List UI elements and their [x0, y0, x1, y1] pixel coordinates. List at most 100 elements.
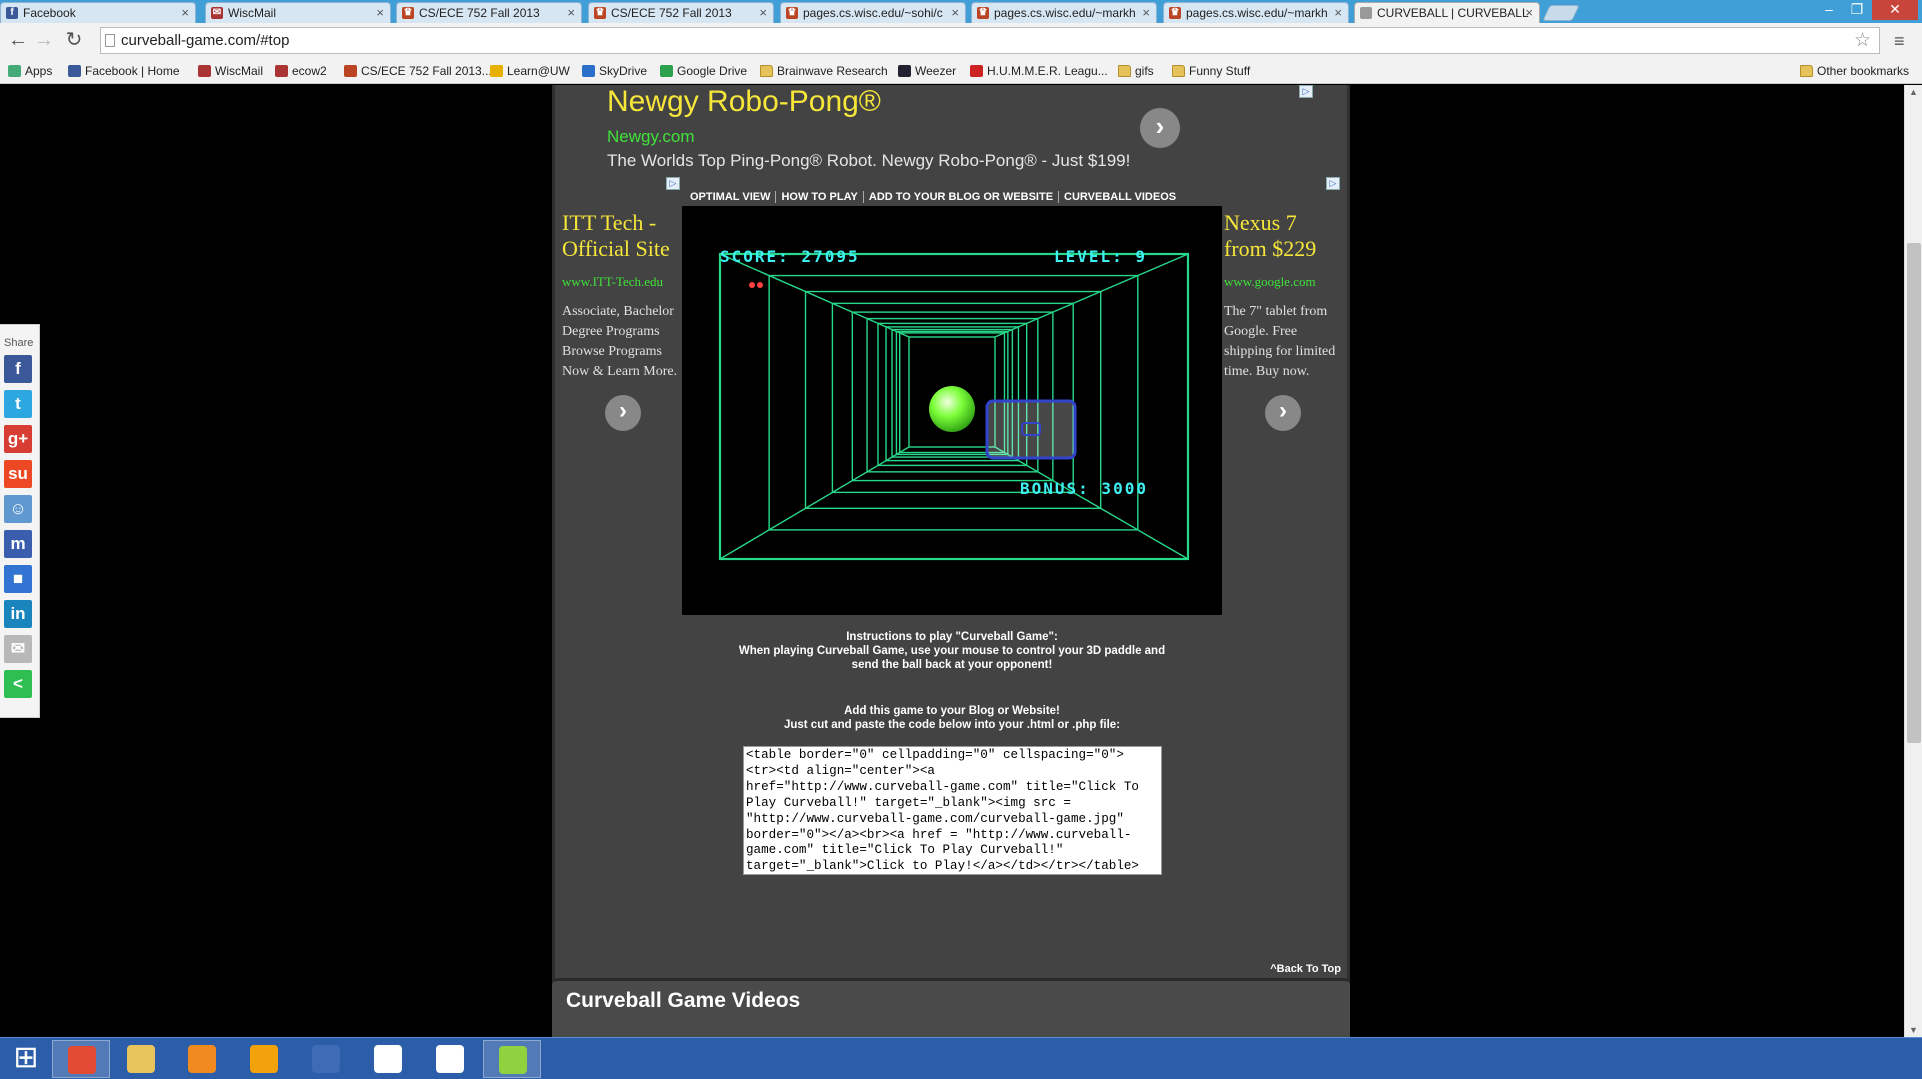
more-share-icon[interactable]: < — [4, 670, 32, 698]
stumbleupon-share-icon[interactable]: su — [4, 460, 32, 488]
game-scene[interactable]: SCORE: 27095 LEVEL: 9 BONUS: 3000 — [682, 206, 1222, 615]
tab-close-icon[interactable]: × — [759, 5, 767, 20]
browser-tab[interactable]: ♛ CS/ECE 752 Fall 2013 × — [396, 2, 582, 23]
adchoices-icon[interactable]: ▷ — [666, 177, 680, 190]
delicious-share-icon[interactable]: ■ — [4, 565, 32, 593]
mathworks-icon[interactable] — [359, 1040, 417, 1078]
bookmark-label: Learn@UW — [507, 64, 570, 78]
bookmark-item[interactable]: Google Drive — [660, 64, 747, 78]
scrollbar-thumb[interactable] — [1907, 243, 1921, 743]
top-ad-next-icon[interactable]: › — [1140, 108, 1180, 148]
bookmark-item[interactable]: CS/ECE 752 Fall 2013... — [344, 64, 492, 78]
add-game-body: Just cut and paste the code below into y… — [783, 719, 1121, 731]
bookmark-item[interactable]: gifs — [1118, 64, 1154, 78]
paddle[interactable] — [985, 399, 1077, 460]
explorer-glyph — [127, 1045, 155, 1073]
bookmark-item[interactable]: ecow2 — [275, 64, 327, 78]
scroll-up-icon[interactable]: ▲ — [1909, 87, 1918, 97]
tab-close-icon[interactable]: × — [376, 5, 384, 20]
browser-toolbar: ← → ↻ curveball-game.com/#top ☆ ≡ — [0, 23, 1922, 60]
back-button[interactable]: ← — [6, 29, 30, 53]
right-ad[interactable]: Nexus 7 from $229 www.google.com The 7" … — [1224, 210, 1344, 382]
bookmark-item[interactable]: Funny Stuff — [1172, 64, 1250, 78]
left-ad-url[interactable]: www.ITT-Tech.edu — [562, 274, 682, 290]
maximize-button[interactable]: ❐ — [1843, 0, 1871, 20]
tab-close-icon[interactable]: × — [181, 5, 189, 20]
outlook-icon[interactable] — [235, 1040, 293, 1078]
chrome-icon[interactable] — [52, 1040, 110, 1078]
browser-tab[interactable]: ♛ pages.cs.wisc.edu/~markh × — [971, 2, 1157, 23]
bookmark-item[interactable]: Brainwave Research — [760, 64, 888, 78]
reddit-share-icon[interactable]: ☺ — [4, 495, 32, 523]
folder-icon — [1118, 65, 1131, 77]
vertical-scrollbar[interactable]: ▲ ▼ — [1904, 85, 1922, 1037]
level-label: LEVEL: 9 — [1054, 247, 1147, 266]
adchoices-icon[interactable]: ▷ — [1326, 177, 1340, 190]
vnc-icon[interactable] — [421, 1040, 479, 1078]
other-bookmarks-label: Other bookmarks — [1817, 64, 1910, 78]
tab-title: WiscMail — [228, 6, 276, 20]
tab-close-icon[interactable]: × — [1142, 5, 1150, 20]
tab-close-icon[interactable]: × — [951, 5, 959, 20]
media-player-icon[interactable] — [173, 1040, 231, 1078]
nav-how-to-play[interactable]: HOW TO PLAY — [776, 191, 864, 203]
nav-optimal-view[interactable]: OPTIMAL VIEW — [685, 191, 777, 203]
other-bookmarks[interactable]: Other bookmarks — [1800, 64, 1909, 78]
reload-button[interactable]: ↻ — [62, 29, 86, 53]
game-canvas[interactable]: SCORE: 27095 LEVEL: 9 BONUS: 3000 — [682, 206, 1222, 615]
new-tab-button[interactable] — [1542, 5, 1580, 21]
tab-close-icon[interactable]: × — [567, 5, 575, 20]
bookmark-item[interactable]: WiscMail — [198, 64, 263, 78]
twitter-share-icon[interactable]: t — [4, 390, 32, 418]
browser-tab[interactable]: ♛ pages.cs.wisc.edu/~markh × — [1163, 2, 1349, 23]
minimize-button[interactable]: – — [1815, 0, 1843, 20]
chrome-menu-icon[interactable]: ≡ — [1894, 31, 1905, 52]
lync-icon[interactable] — [297, 1040, 355, 1078]
bookmark-label: SkyDrive — [599, 64, 648, 78]
tab-close-icon[interactable]: × — [1525, 5, 1533, 20]
myspace-share-icon[interactable]: m — [4, 530, 32, 558]
bookmark-star-icon[interactable]: ☆ — [1854, 29, 1871, 52]
top-ad-url[interactable]: Newgy.com — [607, 127, 695, 147]
right-ad-description: The 7" tablet from Google. Free shipping… — [1224, 304, 1336, 379]
bookmark-item[interactable]: H.U.M.M.E.R. Leagu... — [970, 64, 1108, 78]
left-ad-description: Associate, Bachelor Degree Programs Brow… — [562, 304, 678, 379]
share-label: Share — [4, 337, 34, 349]
bookmark-item[interactable]: SkyDrive — [582, 64, 647, 78]
right-ad-title[interactable]: Nexus 7 from $229 — [1224, 210, 1344, 262]
linkedin-share-icon[interactable]: in — [4, 600, 32, 628]
embed-code-textarea[interactable]: <table border="0" cellpadding="0" cellsp… — [743, 746, 1162, 875]
bookmark-item[interactable]: Learn@UW — [490, 64, 570, 78]
email-share-icon[interactable]: ✉ — [4, 635, 32, 663]
browser-tab[interactable]: f Facebook × — [0, 2, 196, 23]
browser-tab[interactable]: ♛ pages.cs.wisc.edu/~sohi/c × — [780, 2, 966, 23]
right-ad-next-icon[interactable]: › — [1265, 395, 1301, 431]
explorer-icon[interactable] — [112, 1040, 170, 1078]
address-bar[interactable]: curveball-game.com/#top ☆ — [100, 27, 1880, 54]
nav-curveball-videos[interactable]: CURVEBALL VIDEOS — [1059, 191, 1181, 203]
top-ad-title[interactable]: Newgy Robo-Pong® — [607, 85, 881, 119]
facebook-icon: f — [6, 7, 18, 19]
left-ad-next-icon[interactable]: › — [605, 395, 641, 431]
left-ad[interactable]: ITT Tech - Official Site www.ITT-Tech.ed… — [562, 210, 682, 382]
close-window-button[interactable]: ✕ — [1872, 0, 1918, 20]
bookmark-item[interactable]: Facebook | Home — [68, 64, 180, 78]
notepad-icon[interactable] — [483, 1040, 541, 1078]
back-to-top-link[interactable]: ^Back To Top — [1270, 963, 1341, 975]
left-ad-title[interactable]: ITT Tech - Official Site — [562, 210, 682, 262]
forward-button[interactable]: → — [32, 29, 56, 53]
scroll-down-icon[interactable]: ▼ — [1909, 1025, 1918, 1035]
facebook-share-icon[interactable]: f — [4, 355, 32, 383]
browser-tab[interactable]: ♛ CS/ECE 752 Fall 2013 × — [588, 2, 774, 23]
nav-add-to-blog[interactable]: ADD TO YOUR BLOG OR WEBSITE — [863, 191, 1060, 203]
bookmark-item[interactable]: Weezer — [898, 64, 956, 78]
tab-close-icon[interactable]: × — [1334, 5, 1342, 20]
browser-tab[interactable]: ✉ WiscMail × — [205, 2, 391, 23]
bookmark-item[interactable]: Apps — [8, 64, 52, 78]
start-button-icon[interactable]: ⊞ — [8, 1042, 44, 1076]
right-ad-url[interactable]: www.google.com — [1224, 274, 1344, 290]
folder-icon — [1172, 65, 1185, 77]
googleplus-share-icon[interactable]: g+ — [4, 425, 32, 453]
browser-tab[interactable]: CURVEBALL | CURVEBALL × — [1354, 2, 1540, 23]
adchoices-icon[interactable]: ▷ — [1299, 85, 1313, 98]
